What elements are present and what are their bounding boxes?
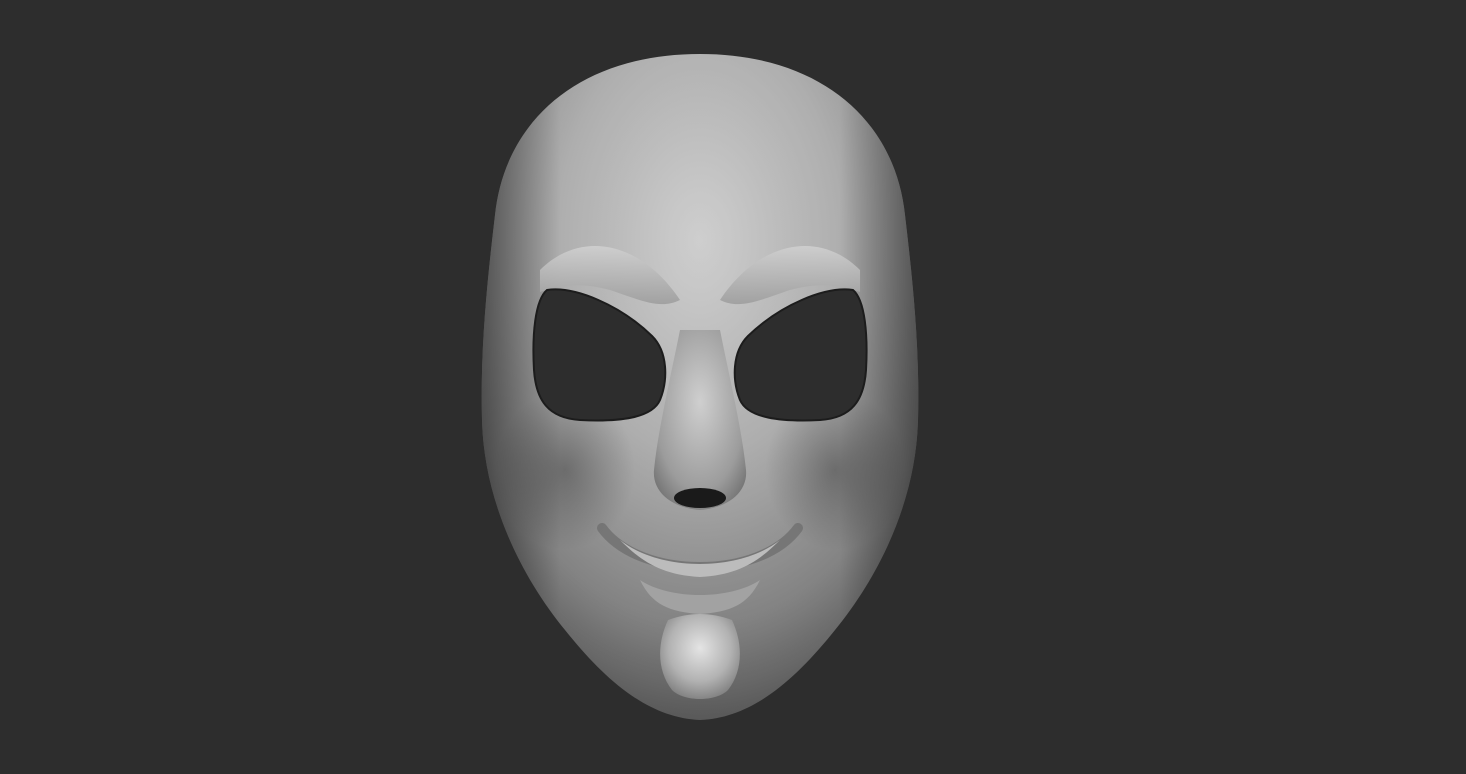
- nostrils: [674, 488, 726, 508]
- chin: [660, 614, 740, 699]
- render-viewport: [0, 0, 1466, 774]
- sculpted-mask-render: [0, 0, 1466, 774]
